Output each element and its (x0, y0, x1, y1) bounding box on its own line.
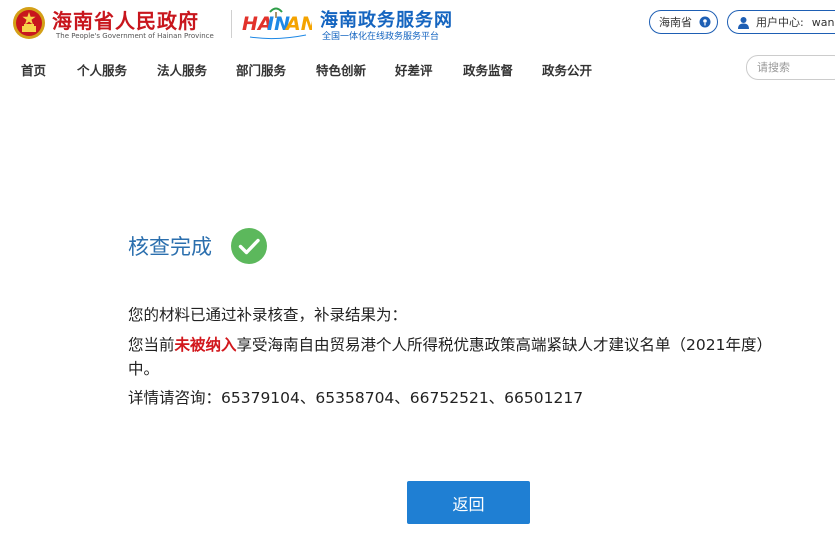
user-name: wang (811, 15, 835, 29)
hainan-brand-logo: HA IN AN (242, 7, 312, 40)
user-center-label: 用户中心: (756, 16, 804, 29)
nav-item-service-rating[interactable]: 好差评 (395, 60, 433, 79)
gov-name: 海南省人民政府 (52, 9, 199, 33)
check-circle-icon (231, 228, 267, 264)
top-header: 海南省人民政府 The People's Government of Haina… (0, 0, 835, 50)
result-status-highlight: 未被纳入 (174, 336, 237, 354)
nav-item-personal-services[interactable]: 个人服务 (77, 60, 127, 79)
nav-item-department-services[interactable]: 部门服务 (236, 60, 286, 79)
portal-subtitle: 全国一体化在线政务服务平台 (322, 32, 440, 42)
nav-item-supervision[interactable]: 政务监督 (463, 60, 513, 79)
user-center-button[interactable]: 用户中心: wang (727, 10, 835, 34)
main-nav: 首页 个人服务 法人服务 部门服务 特色创新 好差评 政务监督 政务公开 (0, 56, 835, 80)
nav-item-gov-disclosure[interactable]: 政务公开 (542, 60, 592, 79)
header-divider (231, 10, 232, 38)
result-line-2: 您当前未被纳入享受海南自由贸易港个人所得税优惠政策高端紧缺人才建议名单（2021… (128, 333, 800, 381)
user-icon (738, 17, 749, 29)
location-pin-icon (699, 16, 711, 28)
nav-item-featured-innovation[interactable]: 特色创新 (316, 60, 366, 79)
result-contact-line: 详情请咨询：65379104、65358704、66752521、6650121… (128, 389, 584, 407)
nav-item-corporate-services[interactable]: 法人服务 (157, 60, 207, 79)
search-input[interactable] (746, 55, 835, 80)
nav-item-home[interactable]: 首页 (21, 60, 46, 79)
gov-name-en: The People's Government of Hainan Provin… (56, 32, 214, 40)
result-title: 核查完成 (128, 235, 212, 259)
back-button[interactable]: 返回 (407, 481, 530, 524)
svg-text:AN: AN (284, 13, 312, 35)
region-label: 海南省 (659, 16, 692, 29)
region-selector[interactable]: 海南省 (649, 10, 718, 34)
national-emblem-icon (13, 7, 45, 39)
result-line-2-prefix: 您当前 (128, 336, 175, 354)
result-line-1: 您的材料已通过补录核查，补录结果为： (128, 306, 408, 324)
